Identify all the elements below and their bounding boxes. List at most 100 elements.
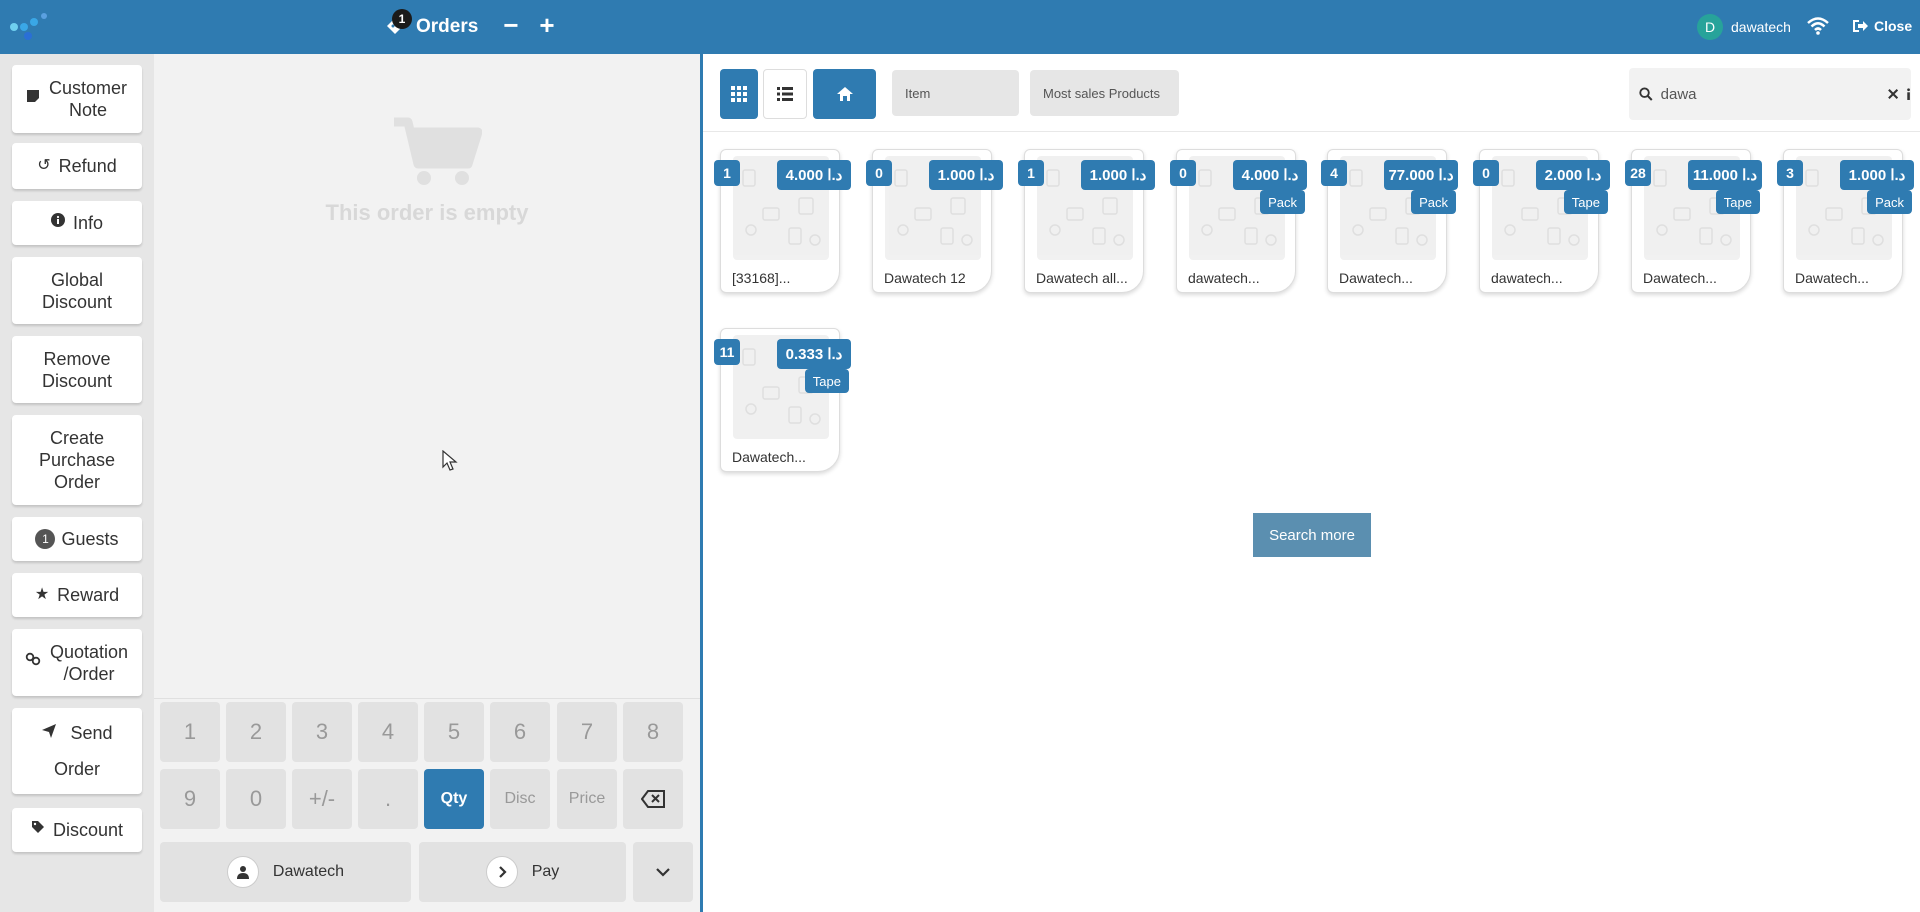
product-card[interactable]: dawatech... 0 2.000 د.ا Tape: [1473, 149, 1610, 293]
reward-button[interactable]: ★ Reward: [12, 573, 142, 617]
chevron-right-icon: [485, 856, 518, 888]
product-name: Dawatech...: [1643, 270, 1717, 286]
discount-button[interactable]: Discount: [12, 808, 142, 852]
category-most-sales-button[interactable]: Most sales Products: [1030, 70, 1179, 116]
product-card[interactable]: Dawatech... 4 77.000 د.ا Pack: [1321, 149, 1458, 293]
send-order-button[interactable]: Send Order: [12, 708, 142, 794]
add-order-button[interactable]: +: [532, 10, 562, 41]
remove-discount-label: Remove Discount: [41, 348, 113, 391]
numpad-key-9[interactable]: 9: [160, 769, 220, 829]
numpad-key-8[interactable]: 8: [623, 702, 683, 762]
numpad-mode-disc[interactable]: Disc: [490, 769, 550, 829]
global-discount-button[interactable]: Global Discount: [12, 257, 142, 324]
product-unit-badge: Pack: [1411, 190, 1456, 214]
product-stock-badge: 1: [714, 160, 740, 186]
shopping-cart-icon: [394, 117, 482, 185]
product-name: dawatech...: [1188, 270, 1260, 286]
send-order-label-line2: Order: [53, 759, 100, 779]
numpad-key-3[interactable]: 3: [292, 702, 352, 762]
product-card[interactable]: Dawatech... 3 1.000 د.ا Pack: [1777, 149, 1914, 293]
customer-button[interactable]: Dawatech: [160, 842, 411, 902]
clear-search-icon[interactable]: [1887, 88, 1898, 100]
product-price-tag: 77.000 د.ا: [1384, 160, 1458, 190]
search-more-button[interactable]: Search more: [1253, 513, 1371, 557]
numpad-key-4[interactable]: 4: [358, 702, 418, 762]
product-price-tag: 4.000 د.ا: [1233, 160, 1307, 190]
mouse-cursor-icon: [442, 450, 458, 471]
tag-icon: [31, 819, 45, 841]
sign-out-icon: [1853, 20, 1868, 32]
pay-button[interactable]: Pay: [419, 842, 626, 902]
numpad-key-6[interactable]: 6: [490, 702, 550, 762]
product-card[interactable]: [33168]... 1 4.000 د.ا: [714, 149, 851, 293]
search-info-icon[interactable]: [1906, 87, 1911, 101]
numpad-key-2[interactable]: 2: [226, 702, 286, 762]
reward-label: Reward: [57, 585, 120, 605]
product-unit-badge: Tape: [1563, 190, 1608, 214]
product-name: Dawatech 12: [884, 270, 966, 286]
global-discount-label: Global Discount: [41, 269, 113, 312]
guests-button[interactable]: 1 Guests: [12, 517, 142, 561]
product-name: Dawatech...: [1795, 270, 1869, 286]
refund-button[interactable]: ↺ Refund: [12, 143, 142, 189]
create-purchase-order-label: Create Purchase Order: [38, 428, 116, 492]
product-price-tag: 1.000 د.ا: [1081, 160, 1155, 190]
info-icon: [50, 212, 65, 234]
numpad-key-1[interactable]: 1: [160, 702, 220, 762]
sticky-note-icon: [26, 88, 40, 110]
more-actions-button[interactable]: [633, 842, 693, 902]
create-purchase-order-button[interactable]: Create Purchase Order: [12, 415, 142, 505]
orders-menu[interactable]: 1 Orders: [384, 9, 478, 44]
control-buttons-column: Customer Note ↺ Refund Info Global Disco…: [0, 54, 154, 912]
product-stock-badge: 0: [1170, 160, 1196, 186]
customer-note-button[interactable]: Customer Note: [12, 65, 142, 133]
remove-discount-button[interactable]: Remove Discount: [12, 336, 142, 403]
product-card[interactable]: Dawatech 12 0 1.000 د.ا: [866, 149, 1003, 293]
undo-icon: ↺: [37, 157, 51, 174]
category-item-button[interactable]: Item: [892, 70, 1019, 116]
refund-label: Refund: [58, 156, 117, 176]
ticket-icon: 1: [384, 9, 412, 37]
search-input[interactable]: [1660, 85, 1860, 103]
user-avatar: D: [1697, 14, 1723, 40]
product-name: [33168]...: [732, 270, 791, 286]
guests-count-badge: 1: [35, 529, 56, 549]
orders-count-badge: 1: [392, 9, 412, 29]
list-view-button[interactable]: [763, 69, 807, 119]
product-card[interactable]: Dawatech... 11 0.333 د.ا Tape: [714, 328, 851, 472]
close-button[interactable]: Close: [1852, 18, 1912, 34]
quotation-order-button[interactable]: Quotation /Order: [12, 629, 142, 696]
product-stock-badge: 28: [1625, 160, 1651, 186]
home-icon: [836, 87, 853, 101]
star-icon: ★: [34, 586, 50, 603]
numpad-mode-price[interactable]: Price: [557, 769, 617, 829]
grid-view-button[interactable]: [720, 69, 758, 119]
product-stock-badge: 1: [1018, 160, 1044, 186]
product-unit-badge: Tape: [804, 369, 849, 393]
numpad-key-5[interactable]: 5: [424, 702, 484, 762]
send-order-label-line1: Send: [70, 723, 113, 743]
product-card[interactable]: Dawatech all... 1 1.000 د.ا: [1018, 149, 1155, 293]
quotation-order-label: Quotation /Order: [49, 641, 129, 684]
product-card[interactable]: Dawatech... 28 11.000 د.ا Tape: [1625, 149, 1762, 293]
app-logo-icon[interactable]: [8, 10, 52, 44]
numpad-key-decimal[interactable]: .: [358, 769, 418, 829]
numpad-key-0[interactable]: 0: [226, 769, 286, 829]
products-panel: Item Most sales Products [33168]... 1 4.00…: [703, 54, 1920, 912]
product-stock-badge: 11: [714, 339, 740, 365]
link-icon: [25, 651, 41, 674]
grid-icon: [731, 86, 747, 102]
product-unit-badge: Tape: [1715, 190, 1760, 214]
backspace-button[interactable]: [623, 769, 683, 829]
product-name: dawatech...: [1491, 270, 1563, 286]
user-menu[interactable]: D dawatech: [1697, 14, 1791, 40]
backspace-icon: [641, 790, 665, 808]
product-stock-badge: 4: [1321, 160, 1347, 186]
remove-order-button[interactable]: −: [496, 10, 526, 41]
numpad-mode-qty[interactable]: Qty: [424, 769, 484, 829]
home-category-button[interactable]: [813, 69, 876, 119]
product-card[interactable]: dawatech... 0 4.000 د.ا Pack: [1170, 149, 1307, 293]
info-button[interactable]: Info: [12, 201, 142, 245]
numpad-key-plus-minus[interactable]: +/-: [292, 769, 352, 829]
numpad-key-7[interactable]: 7: [557, 702, 617, 762]
